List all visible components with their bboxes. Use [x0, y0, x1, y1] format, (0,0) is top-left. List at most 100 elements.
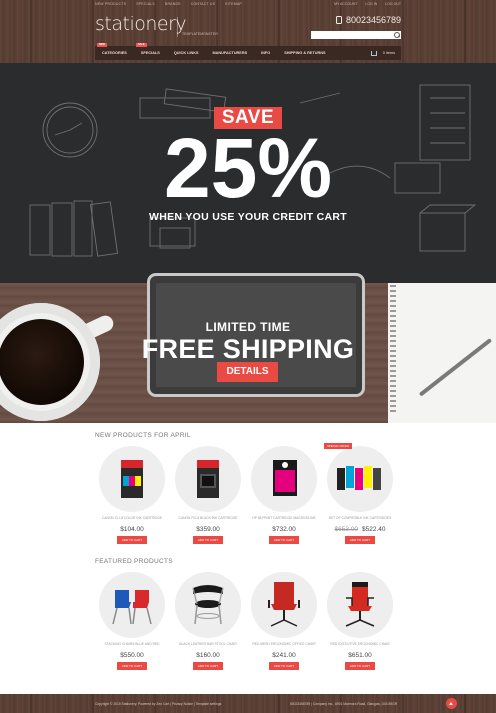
top-link-brands[interactable]: BRANDS [165, 2, 181, 6]
product-price: $359.00 [172, 526, 244, 533]
product-price: $550.00 [96, 652, 168, 659]
search-input[interactable] [311, 31, 401, 39]
product-card[interactable]: RED MESH ERGONOMIC OFFICE CHAIR $241.00 … [248, 572, 320, 672]
nav-label: SPECIALS [140, 51, 160, 55]
price-value: $104.00 [120, 526, 144, 533]
add-to-cart-button[interactable]: ADD TO CART [117, 536, 147, 544]
special-offer-badge: SPECIAL OFFER [324, 443, 352, 449]
product-image[interactable] [175, 446, 241, 512]
ink-cartridge-icon [273, 460, 297, 496]
price-value: $359.00 [196, 526, 220, 533]
price-value: $522.40 [362, 526, 386, 533]
promo-banner-credit-card[interactable]: SAVE 25% WHEN YOU USE YOUR CREDIT CART [0, 63, 496, 283]
footer-address: 80023456789 | Company Inc., 8901 Marmora… [290, 702, 398, 706]
product-card[interactable]: HP 88 PRINT CARTRIDGE MAGENTA INK $732.0… [248, 446, 320, 546]
product-name[interactable]: BLACK LEATHER BAR STOOL CHAIR [172, 642, 244, 646]
limited-time-text: LIMITED TIME [205, 320, 291, 334]
product-name[interactable]: CANON PG-5 BLACK INK CARTRIDGE [172, 516, 244, 520]
my-account-link[interactable]: MY ACCOUNT [334, 2, 357, 6]
product-card[interactable]: STACKING CHAIRS BLUE AND RED $550.00 ADD… [96, 572, 168, 672]
copyright-text: Copyright © 2015 Stationery. Powered by … [95, 702, 222, 706]
scroll-to-top-icon[interactable] [446, 698, 457, 709]
nav-label: MANUFACTURERS [212, 51, 248, 55]
bar-stool-icon [192, 585, 224, 625]
nav-label: INFO [261, 51, 271, 55]
add-to-cart-button[interactable]: ADD TO CART [269, 662, 299, 670]
site-tagline: TEMPLATEMONSTER [182, 32, 218, 36]
add-to-cart-button[interactable]: ADD TO CART [117, 662, 147, 670]
featured-products-title: FEATURED PRODUCTS [95, 558, 173, 565]
product-image[interactable] [327, 572, 393, 638]
product-image[interactable] [175, 572, 241, 638]
price-value: $732.00 [272, 526, 296, 533]
old-price: $653.00 [334, 526, 359, 533]
phone-block: 80023456789 [335, 15, 401, 25]
add-to-cart-button[interactable]: ADD TO CART [345, 662, 375, 670]
credit-card-subtitle: WHEN YOU USE YOUR CREDIT CART [149, 211, 347, 223]
details-button[interactable]: DETAILS [217, 362, 278, 382]
phone-number: 80023456789 [345, 15, 401, 25]
product-image[interactable] [251, 446, 317, 512]
product-card[interactable]: RED EXECUTIVE ERGONOMIC CHAIR $651.00 AD… [324, 572, 396, 672]
product-name[interactable]: RED EXECUTIVE ERGONOMIC CHAIR [324, 642, 396, 646]
product-name[interactable]: CANON CLI-8 COLOR INK CARTRIDGE [96, 516, 168, 520]
add-to-cart-button[interactable]: ADD TO CART [269, 536, 299, 544]
search-icon[interactable] [394, 32, 400, 38]
nav-badge-sale: SALE [135, 43, 147, 47]
add-to-cart-button[interactable]: ADD TO CART [193, 536, 223, 544]
nav-item-shipping[interactable]: SHIPPING & RETURNS [277, 46, 332, 60]
nav-label: CATEGORIES [102, 51, 127, 55]
log-in-link[interactable]: LOG IN [365, 2, 377, 6]
product-card[interactable]: BLACK LEATHER BAR STOOL CHAIR $160.00 AD… [172, 572, 244, 672]
top-link-sitemap[interactable]: SITEMAP [225, 2, 242, 6]
site-footer: Copyright © 2015 Stationery. Powered by … [0, 694, 496, 713]
nav-item-specials[interactable]: SALE SPECIALS [134, 43, 167, 60]
top-link-contact[interactable]: CONTACT US [191, 2, 215, 6]
add-to-cart-button[interactable]: ADD TO CART [193, 662, 223, 670]
phone-icon [335, 16, 342, 24]
nav-item-manufacturers[interactable]: MANUFACTURERS [206, 46, 255, 60]
nav-item-quick-links[interactable]: QUICK LINKS [167, 46, 206, 60]
main-nav: NEW CATEGORIES SALE SPECIALS QUICK LINKS… [95, 43, 401, 60]
top-link-specials[interactable]: SPECIALS [136, 2, 155, 6]
product-price: $732.00 [248, 526, 320, 533]
product-image[interactable] [327, 446, 393, 512]
product-image[interactable] [99, 446, 165, 512]
nav-label: QUICK LINKS [173, 51, 199, 55]
price-value: $160.00 [196, 652, 220, 659]
nav-item-categories[interactable]: NEW CATEGORIES [95, 43, 134, 60]
product-card[interactable]: SPECIAL OFFER SET OF COMPATIBLE INK CART… [324, 443, 396, 546]
logo-divider [177, 17, 178, 37]
product-image[interactable] [99, 572, 165, 638]
add-to-cart-button[interactable]: ADD TO CART [345, 536, 375, 544]
cart-count: 0 items [382, 51, 395, 55]
ink-cartridge-set-icon [337, 466, 381, 490]
ink-cartridge-icon [197, 460, 219, 498]
product-image[interactable] [251, 572, 317, 638]
discount-percent: 25% [163, 121, 333, 215]
product-price: $651.00 [324, 652, 396, 659]
executive-chair-icon [345, 582, 375, 627]
product-name[interactable]: HP 88 PRINT CARTRIDGE MAGENTA INK [248, 516, 320, 520]
nav-label: SHIPPING & RETURNS [284, 51, 326, 55]
product-name[interactable]: STACKING CHAIRS BLUE AND RED [96, 642, 168, 646]
price-value: $651.00 [348, 652, 372, 659]
product-card[interactable]: CANON PG-5 BLACK INK CARTRIDGE $359.00 A… [172, 446, 244, 546]
new-products-title: NEW PRODUCTS FOR APRIL [95, 432, 191, 439]
nav-item-info[interactable]: INFO [254, 46, 277, 60]
top-links: NEW PRODUCTS SPECIALS BRANDS CONTACT US … [95, 2, 242, 6]
cart-icon [370, 50, 377, 56]
chairs-icon [112, 590, 152, 625]
product-card[interactable]: CANON CLI-8 COLOR INK CARTRIDGE $104.00 … [96, 446, 168, 546]
ink-cartridge-icon [121, 460, 143, 498]
log-out-link[interactable]: LOG OUT [385, 2, 401, 6]
price-value: $241.00 [272, 652, 296, 659]
product-name[interactable]: SET OF COMPATIBLE INK CARTRIDGES [324, 516, 396, 520]
product-price: $241.00 [248, 652, 320, 659]
top-link-new-products[interactable]: NEW PRODUCTS [95, 2, 126, 6]
product-name[interactable]: RED MESH ERGONOMIC OFFICE CHAIR [248, 642, 320, 646]
nav-badge-new: NEW [97, 43, 107, 47]
cart-link[interactable]: 0 items [370, 46, 395, 60]
site-logo[interactable]: stationery [95, 13, 187, 35]
product-price: $653.00 $522.40 [324, 526, 396, 533]
